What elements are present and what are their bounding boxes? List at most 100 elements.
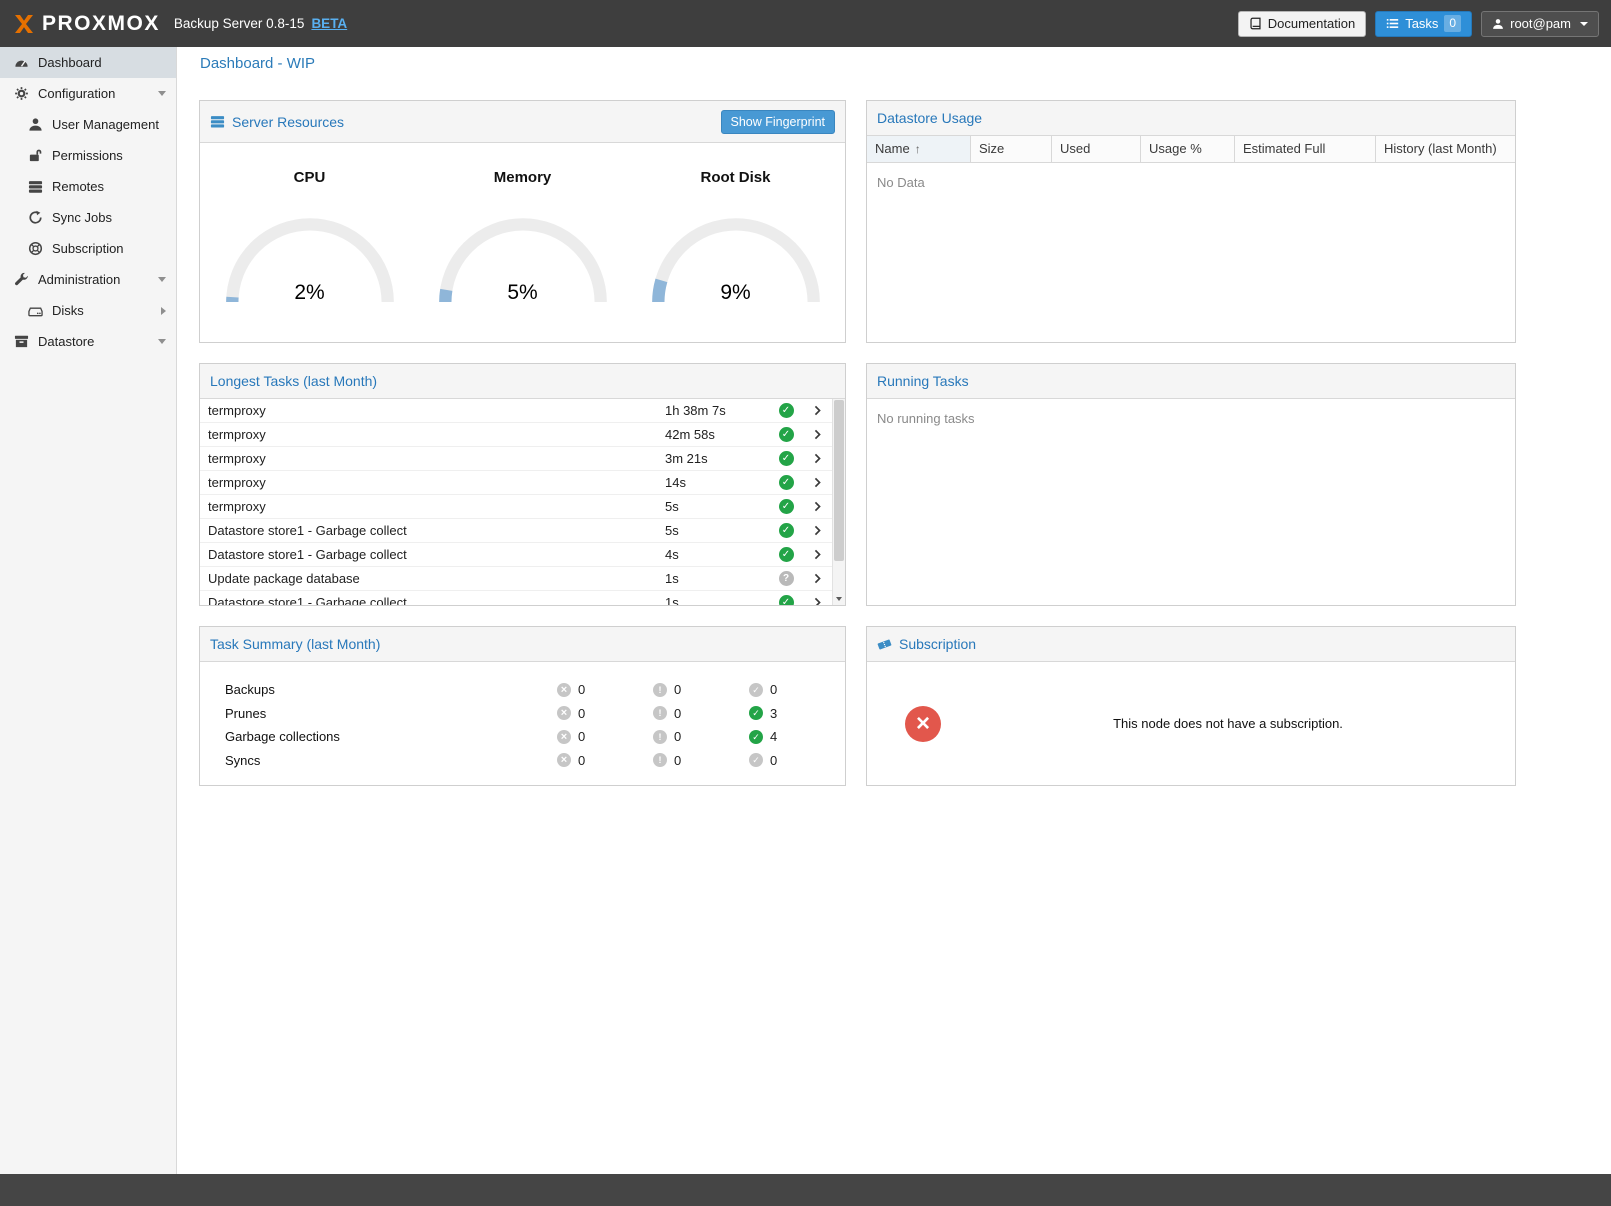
open-task-chevron[interactable] [802, 453, 832, 464]
caret-down-icon [1580, 22, 1588, 26]
error-count: 0 [578, 706, 585, 721]
status-ok-icon [779, 451, 794, 466]
open-task-chevron[interactable] [802, 405, 832, 416]
column-header-history[interactable]: History (last Month) [1376, 136, 1515, 162]
column-header-usage[interactable]: Usage % [1141, 136, 1235, 162]
sidebar: Dashboard Configuration User Management … [0, 47, 177, 1174]
warning-count: 0 [674, 729, 681, 744]
archive-icon [14, 334, 29, 349]
user-menu-button[interactable]: root@pam [1481, 11, 1599, 37]
sidebar-item-datastore[interactable]: Datastore [0, 326, 176, 357]
documentation-button[interactable]: Documentation [1238, 11, 1366, 37]
sidebar-item-permissions[interactable]: Permissions [0, 140, 176, 171]
task-rows: termproxy 1h 38m 7s termproxy 42m 58s te… [200, 399, 832, 605]
server-icon [28, 179, 43, 194]
column-header-name[interactable]: Name [867, 136, 971, 162]
task-name: Datastore store1 - Garbage collect [208, 523, 665, 538]
sidebar-item-administration[interactable]: Administration [0, 264, 176, 295]
task-row[interactable]: termproxy 42m 58s [200, 423, 832, 447]
chevron-down-icon[interactable] [158, 277, 166, 282]
topbar-actions: Documentation Tasks 0 root@pam [1238, 11, 1599, 37]
task-summary-panel: Task Summary (last Month) Backups 0 0 0 … [199, 626, 846, 786]
beta-link[interactable]: BETA [311, 16, 347, 31]
datastore-usage-body: No Data [867, 163, 1515, 342]
hdd-icon [28, 303, 43, 318]
datastore-usage-panel: Datastore Usage Name Size Used Usage % E… [866, 100, 1516, 343]
task-summary-row[interactable]: Backups 0 0 0 [200, 678, 845, 702]
error-count-icon [557, 683, 571, 697]
sidebar-item-label: Configuration [38, 86, 152, 101]
task-row[interactable]: Update package database 1s [200, 567, 832, 591]
warning-count-icon [653, 753, 667, 767]
error-count: 0 [578, 753, 585, 768]
server-resources-panel: Server Resources Show Fingerprint CPU 2% [199, 100, 846, 343]
panel-title: Server Resources [232, 114, 344, 130]
tachometer-icon [14, 55, 29, 70]
open-task-chevron[interactable] [802, 573, 832, 584]
status-ok-icon [779, 427, 794, 442]
longest-tasks-list: termproxy 1h 38m 7s termproxy 42m 58s te… [200, 399, 845, 605]
open-task-chevron[interactable] [802, 549, 832, 560]
topbar: PROXMOX Backup Server 0.8-15 BETA Docume… [0, 0, 1611, 47]
task-name: Datastore store1 - Garbage collect [208, 595, 665, 605]
vertical-scrollbar[interactable] [832, 399, 845, 605]
sidebar-item-disks[interactable]: Disks [0, 295, 176, 326]
datastore-grid-header: Name Size Used Usage % Estimated Full Hi… [867, 136, 1515, 163]
warning-count-icon [653, 683, 667, 697]
documentation-label: Documentation [1268, 16, 1355, 31]
scrollbar-thumb[interactable] [834, 400, 844, 561]
longest-tasks-header: Longest Tasks (last Month) [200, 364, 845, 399]
open-task-chevron[interactable] [802, 525, 832, 536]
list-icon [1386, 17, 1399, 30]
open-task-chevron[interactable] [802, 597, 832, 605]
task-row[interactable]: termproxy 14s [200, 471, 832, 495]
task-summary-row[interactable]: Garbage collections 0 0 4 [200, 725, 845, 749]
task-summary-row[interactable]: Prunes 0 0 3 [200, 702, 845, 726]
task-row[interactable]: Datastore store1 - Garbage collect 4s [200, 543, 832, 567]
task-row[interactable]: Datastore store1 - Garbage collect 1s [200, 591, 832, 605]
task-name: termproxy [208, 451, 665, 466]
task-row[interactable]: termproxy 1h 38m 7s [200, 399, 832, 423]
warning-count-icon [653, 706, 667, 720]
task-name: termproxy [208, 475, 665, 490]
open-task-chevron[interactable] [802, 501, 832, 512]
tasks-button[interactable]: Tasks 0 [1375, 11, 1472, 37]
task-row[interactable]: Datastore store1 - Garbage collect 5s [200, 519, 832, 543]
column-header-used[interactable]: Used [1052, 136, 1141, 162]
column-header-size[interactable]: Size [971, 136, 1052, 162]
book-icon [1249, 17, 1262, 30]
open-task-chevron[interactable] [802, 477, 832, 488]
sidebar-item-remotes[interactable]: Remotes [0, 171, 176, 202]
sort-ascending-icon [910, 141, 921, 156]
sidebar-item-label: Administration [38, 272, 152, 287]
task-duration: 3m 21s [665, 451, 770, 466]
chevron-right-icon[interactable] [161, 307, 166, 315]
cpu-gauge: 2% [220, 210, 400, 307]
chevron-down-icon[interactable] [158, 339, 166, 344]
task-row[interactable]: termproxy 3m 21s [200, 447, 832, 471]
user-label: root@pam [1510, 16, 1571, 31]
column-header-estimated-full[interactable]: Estimated Full [1235, 136, 1376, 162]
status-ok-icon [779, 595, 794, 605]
sidebar-item-label: Subscription [52, 241, 166, 256]
gauges-body: CPU 2% Memory [200, 143, 845, 342]
sidebar-item-user-management[interactable]: User Management [0, 109, 176, 140]
gears-icon [14, 86, 29, 101]
sidebar-item-dashboard[interactable]: Dashboard [0, 47, 176, 78]
chevron-down-icon[interactable] [158, 91, 166, 96]
open-task-chevron[interactable] [802, 429, 832, 440]
sidebar-item-label: Disks [52, 303, 155, 318]
gauge-label: CPU [294, 169, 326, 186]
scrollbar-down-button[interactable] [833, 592, 845, 605]
app-title: Backup Server 0.8-15 BETA [174, 16, 347, 31]
sidebar-item-subscription[interactable]: Subscription [0, 233, 176, 264]
task-summary-header: Task Summary (last Month) [200, 627, 845, 662]
sidebar-item-configuration[interactable]: Configuration [0, 78, 176, 109]
task-row[interactable]: termproxy 5s [200, 495, 832, 519]
memory-gauge-block: Memory 5% [425, 169, 620, 342]
ok-count: 0 [770, 682, 777, 697]
show-fingerprint-button[interactable]: Show Fingerprint [721, 110, 836, 134]
task-summary-row[interactable]: Syncs 0 0 0 [200, 749, 845, 773]
sidebar-item-sync-jobs[interactable]: Sync Jobs [0, 202, 176, 233]
status-ok-icon [779, 523, 794, 538]
